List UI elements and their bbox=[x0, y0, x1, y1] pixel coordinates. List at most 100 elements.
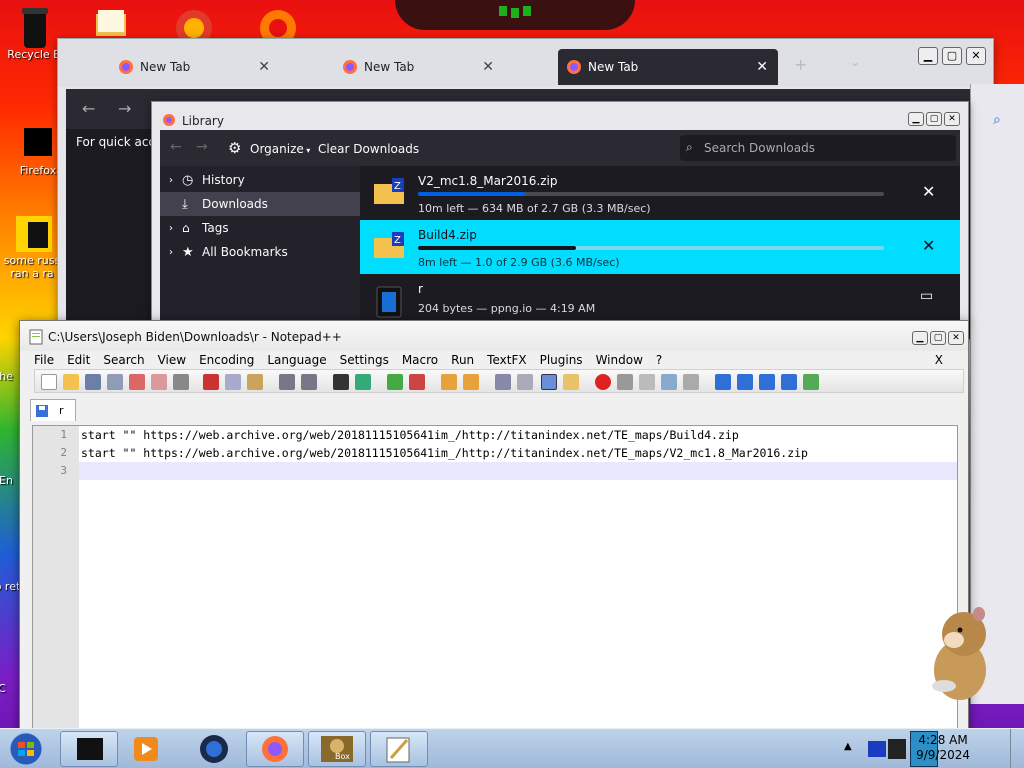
close-window-button[interactable]: ✕ bbox=[944, 112, 960, 126]
zoom-out-icon[interactable] bbox=[409, 374, 425, 390]
show-all-chars-icon[interactable] bbox=[517, 374, 533, 390]
menu-view[interactable]: View bbox=[158, 353, 186, 367]
arrow-down-icon[interactable] bbox=[759, 374, 775, 390]
download-item-selected[interactable]: Z Build4.zip 8m left — 1.0 of 2.9 GB (3.… bbox=[360, 220, 960, 274]
fold-all-icon[interactable] bbox=[715, 374, 731, 390]
tab-new-tab-1[interactable]: New Tab ✕ bbox=[60, 49, 280, 85]
redo-icon[interactable] bbox=[301, 374, 317, 390]
undo-icon[interactable] bbox=[279, 374, 295, 390]
code-editor[interactable]: 1 start "" https://web.archive.org/web/2… bbox=[32, 425, 958, 735]
menu-textfx[interactable]: TextFX bbox=[487, 353, 526, 367]
run-macro-multiple-icon[interactable] bbox=[661, 374, 677, 390]
menu-window[interactable]: Window bbox=[596, 353, 643, 367]
tree-item-history[interactable]: › ◷ History bbox=[160, 168, 360, 192]
close-window-button[interactable]: ✕ bbox=[966, 47, 986, 65]
minimize-button[interactable]: ▁ bbox=[908, 112, 924, 126]
close-icon[interactable]: ✕ bbox=[258, 59, 270, 75]
line-number: 3 bbox=[60, 464, 67, 477]
menu-settings[interactable]: Settings bbox=[340, 353, 389, 367]
replace-icon[interactable] bbox=[355, 374, 371, 390]
save-all-icon[interactable] bbox=[107, 374, 123, 390]
start-button[interactable] bbox=[6, 731, 46, 767]
gear-icon[interactable]: ⚙ bbox=[228, 139, 241, 157]
taskbar-app-notepad[interactable] bbox=[370, 731, 428, 767]
save-macro-icon[interactable] bbox=[683, 374, 699, 390]
close-file-icon[interactable] bbox=[129, 374, 145, 390]
close-document-button[interactable]: X bbox=[935, 353, 943, 367]
maximize-button[interactable]: ▢ bbox=[942, 47, 962, 65]
desktop-icon-folder[interactable] bbox=[92, 8, 132, 38]
doc-map-icon[interactable] bbox=[563, 374, 579, 390]
menu-plugins[interactable]: Plugins bbox=[540, 353, 583, 367]
paste-icon[interactable] bbox=[247, 374, 263, 390]
menu-search[interactable]: Search bbox=[103, 353, 144, 367]
maximize-button[interactable]: ▢ bbox=[926, 112, 942, 126]
indent-guide-icon[interactable] bbox=[541, 374, 557, 390]
tray-network-icon[interactable] bbox=[864, 735, 908, 763]
record-macro-icon[interactable] bbox=[595, 374, 611, 390]
play-macro-icon[interactable] bbox=[639, 374, 655, 390]
close-window-button[interactable]: ✕ bbox=[948, 331, 964, 345]
stop-macro-icon[interactable] bbox=[617, 374, 633, 390]
tree-item-tags[interactable]: › ⌂ Tags bbox=[160, 216, 360, 240]
tab-new-tab-3-active[interactable]: New Tab ✕ bbox=[558, 49, 778, 85]
print-icon[interactable] bbox=[173, 374, 189, 390]
tab-new-tab-2[interactable]: New Tab ✕ bbox=[284, 49, 504, 85]
minimize-button[interactable]: ▁ bbox=[918, 47, 938, 65]
sync-scroll-h-icon[interactable] bbox=[463, 374, 479, 390]
cut-icon[interactable] bbox=[203, 374, 219, 390]
cancel-download-icon[interactable]: ✕ bbox=[922, 236, 935, 255]
menu-language[interactable]: Language bbox=[267, 353, 326, 367]
back-arrow-icon[interactable]: ← bbox=[82, 99, 95, 118]
word-wrap-icon[interactable] bbox=[495, 374, 511, 390]
search-icon[interactable]: ⌕ bbox=[993, 112, 1001, 128]
desktop-icon-document[interactable]: some russ ran a ra bbox=[0, 214, 64, 280]
taskbar-app-box[interactable]: Box bbox=[308, 731, 366, 767]
sync-scroll-v-icon[interactable] bbox=[441, 374, 457, 390]
desktop-icon-app[interactable] bbox=[172, 6, 216, 38]
desktop-icon-app2[interactable] bbox=[256, 6, 300, 38]
cancel-download-icon[interactable]: ✕ bbox=[922, 182, 935, 201]
clear-downloads-button[interactable]: Clear Downloads bbox=[318, 142, 419, 156]
code-line: start "" https://web.archive.org/web/201… bbox=[81, 428, 739, 442]
minimize-button[interactable]: ▁ bbox=[912, 331, 928, 345]
taskbar-media-player-icon[interactable] bbox=[132, 735, 160, 763]
copy-icon[interactable] bbox=[225, 374, 241, 390]
new-tab-plus-icon[interactable]: + bbox=[794, 55, 807, 74]
find-icon[interactable] bbox=[333, 374, 349, 390]
menu-file[interactable]: File bbox=[34, 353, 54, 367]
zoom-in-icon[interactable] bbox=[387, 374, 403, 390]
organize-button[interactable]: Organize ▾ bbox=[250, 142, 310, 156]
menu-macro[interactable]: Macro bbox=[402, 353, 438, 367]
open-file-icon[interactable] bbox=[63, 374, 79, 390]
forward-arrow-icon[interactable]: → bbox=[196, 139, 208, 155]
menu-run[interactable]: Run bbox=[451, 353, 474, 367]
new-file-icon[interactable] bbox=[41, 374, 57, 390]
close-all-icon[interactable] bbox=[151, 374, 167, 390]
menu-help[interactable]: ? bbox=[656, 353, 662, 367]
arrow-up-icon[interactable] bbox=[737, 374, 753, 390]
unfold-all-icon[interactable] bbox=[781, 374, 797, 390]
folder-icon[interactable]: ▭ bbox=[920, 288, 933, 304]
taskbar-app-terminal[interactable] bbox=[60, 731, 118, 767]
tree-item-all-bookmarks[interactable]: › ★ All Bookmarks bbox=[160, 240, 360, 264]
forward-arrow-icon[interactable]: → bbox=[118, 99, 131, 118]
taskbar-globe-icon[interactable] bbox=[198, 733, 230, 765]
close-icon[interactable]: ✕ bbox=[482, 59, 494, 75]
spell-check-icon[interactable] bbox=[803, 374, 819, 390]
maximize-button[interactable]: ▢ bbox=[930, 331, 946, 345]
system-clock[interactable]: 4:28 AM 9/9/2024 bbox=[916, 733, 970, 763]
save-icon[interactable] bbox=[85, 374, 101, 390]
tab-list-chevron-icon[interactable]: ⌄ bbox=[850, 55, 860, 69]
tree-item-downloads[interactable]: ⤓ Downloads bbox=[160, 192, 360, 216]
menu-encoding[interactable]: Encoding bbox=[199, 353, 254, 367]
taskbar-app-firefox[interactable] bbox=[246, 731, 304, 767]
show-desktop-button[interactable] bbox=[1010, 729, 1024, 768]
show-hidden-icons-arrow[interactable]: ▲ bbox=[844, 741, 852, 752]
close-icon[interactable]: ✕ bbox=[756, 59, 768, 75]
tab-r[interactable]: r bbox=[30, 399, 76, 421]
download-item[interactable]: Z V2_mc1.8_Mar2016.zip 10m left — 634 MB… bbox=[360, 166, 960, 220]
search-downloads-field[interactable]: ⌕ Search Downloads bbox=[680, 135, 956, 161]
menu-edit[interactable]: Edit bbox=[67, 353, 90, 367]
back-arrow-icon[interactable]: ← bbox=[170, 139, 182, 155]
